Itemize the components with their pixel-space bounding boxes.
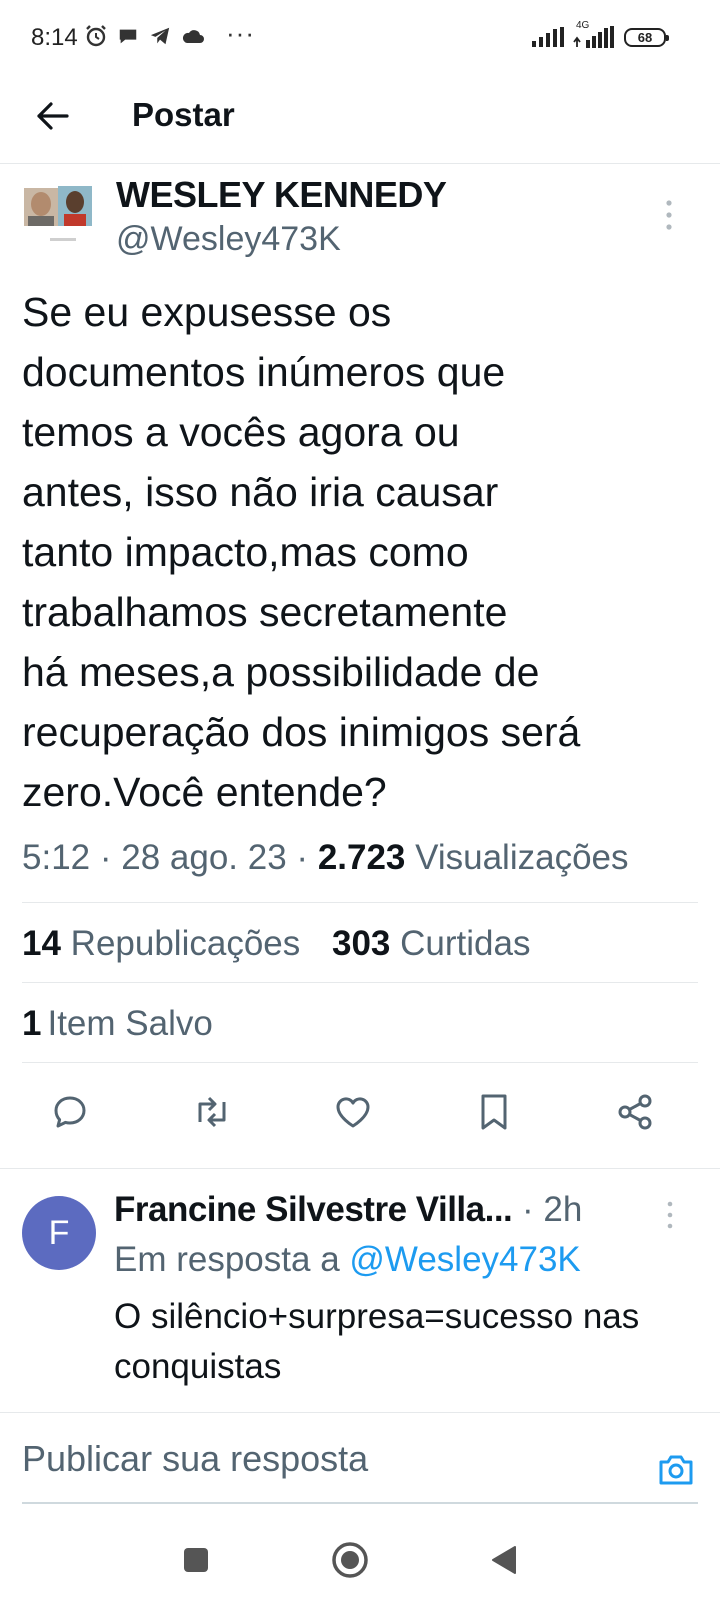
replying-to-handle[interactable]: @Wesley473K	[349, 1240, 580, 1279]
back-triangle-icon	[492, 1546, 516, 1574]
page-title: Postar	[132, 96, 235, 133]
alarm-icon	[86, 25, 106, 47]
reposts-count: 14	[22, 924, 61, 963]
bookmarks-label: Item Salvo	[47, 1004, 213, 1043]
post-more-button[interactable]	[661, 198, 677, 232]
meta-separator: ·	[99, 838, 122, 877]
engagement-stats: 14 Republicações 303 Curtidas	[22, 924, 530, 964]
author-handle[interactable]: @Wesley473K	[116, 220, 341, 259]
composer-divider	[0, 1412, 720, 1413]
arrow-left-icon	[37, 102, 69, 130]
like-button[interactable]	[329, 1088, 377, 1136]
reply-header: Francine Silvestre Villa... · 2h	[114, 1190, 582, 1230]
chat-icon	[119, 29, 137, 44]
share-icon	[618, 1094, 652, 1130]
bookmarks-stat[interactable]: 1 Item Salvo	[22, 1004, 213, 1044]
likes-stat[interactable]: 303 Curtidas	[332, 924, 530, 963]
bookmark-icon	[481, 1094, 507, 1130]
status-right: 4G 68	[532, 20, 669, 48]
replying-to: Em resposta a @Wesley473K	[114, 1240, 581, 1280]
reply-icon	[54, 1096, 86, 1128]
reposts-label: Republicações	[70, 924, 301, 963]
divider	[22, 1062, 698, 1063]
bookmarks-count: 1	[22, 1004, 42, 1043]
replying-to-label: Em resposta a	[114, 1240, 340, 1279]
repost-button[interactable]	[188, 1088, 236, 1136]
divider	[22, 902, 698, 903]
author-name[interactable]: WESLEY KENNEDY	[116, 174, 447, 216]
reply-avatar[interactable]: F	[22, 1196, 96, 1270]
battery-icon: 68	[624, 27, 669, 47]
avatar-image	[22, 182, 96, 254]
telegram-icon	[150, 27, 170, 45]
meta-separator: ·	[296, 838, 318, 877]
more-vertical-icon	[667, 1201, 673, 1229]
network-type-label: 4G	[576, 20, 590, 31]
bookmark-button[interactable]	[470, 1088, 518, 1136]
reply-text: O silêncio+surpresa=sucesso nas conquist…	[114, 1297, 640, 1386]
camera-button[interactable]	[654, 1448, 698, 1492]
notification-icons	[84, 24, 205, 48]
more-vertical-icon	[666, 200, 672, 230]
views-count: 2.723	[317, 838, 406, 877]
reposts-stat[interactable]: 14 Republicações	[22, 924, 300, 963]
square-icon	[184, 1548, 208, 1572]
home-button[interactable]	[328, 1538, 372, 1582]
views-label: Visualizações	[415, 838, 629, 877]
reply-time: 2h	[543, 1190, 583, 1229]
top-app-bar: Postar	[0, 76, 720, 164]
status-time: 8:14	[31, 24, 78, 51]
more-notifications-icon: ···	[226, 18, 255, 48]
reply-more-button[interactable]	[663, 1200, 677, 1230]
reply-input[interactable]	[22, 1438, 622, 1480]
signal-4g: 4G	[572, 20, 616, 48]
section-divider	[0, 1168, 720, 1169]
home-circle-icon	[332, 1542, 368, 1578]
post-text: Se eu expusesse os documentos inúmeros q…	[22, 289, 581, 815]
post-time: 5:12	[22, 838, 91, 877]
status-bar: 8:14 ··· 4G 68	[0, 0, 720, 76]
post-date: 28 ago. 23	[121, 838, 287, 877]
post-meta: 5:12 · 28 ago. 23 · 2.723 Visualizações	[22, 838, 629, 878]
share-button[interactable]	[611, 1088, 659, 1136]
likes-label: Curtidas	[400, 924, 531, 963]
cloud-icon	[182, 30, 204, 43]
recents-button[interactable]	[174, 1538, 218, 1582]
camera-icon	[659, 1455, 693, 1485]
reply-button[interactable]	[46, 1088, 94, 1136]
like-icon	[336, 1097, 370, 1128]
composer-underline	[22, 1502, 698, 1504]
post-action-bar	[0, 1078, 720, 1144]
repost-icon	[198, 1096, 226, 1128]
back-button[interactable]	[30, 94, 74, 138]
reply-time-separator: ·	[522, 1190, 544, 1229]
system-navigation-bar	[0, 1520, 720, 1600]
likes-count: 303	[332, 924, 391, 963]
divider	[22, 982, 698, 983]
reply-author-name[interactable]: Francine Silvestre Villa...	[114, 1190, 513, 1229]
back-nav-button[interactable]	[482, 1538, 526, 1582]
author-avatar[interactable]	[22, 182, 96, 254]
signal-icon	[532, 27, 564, 47]
